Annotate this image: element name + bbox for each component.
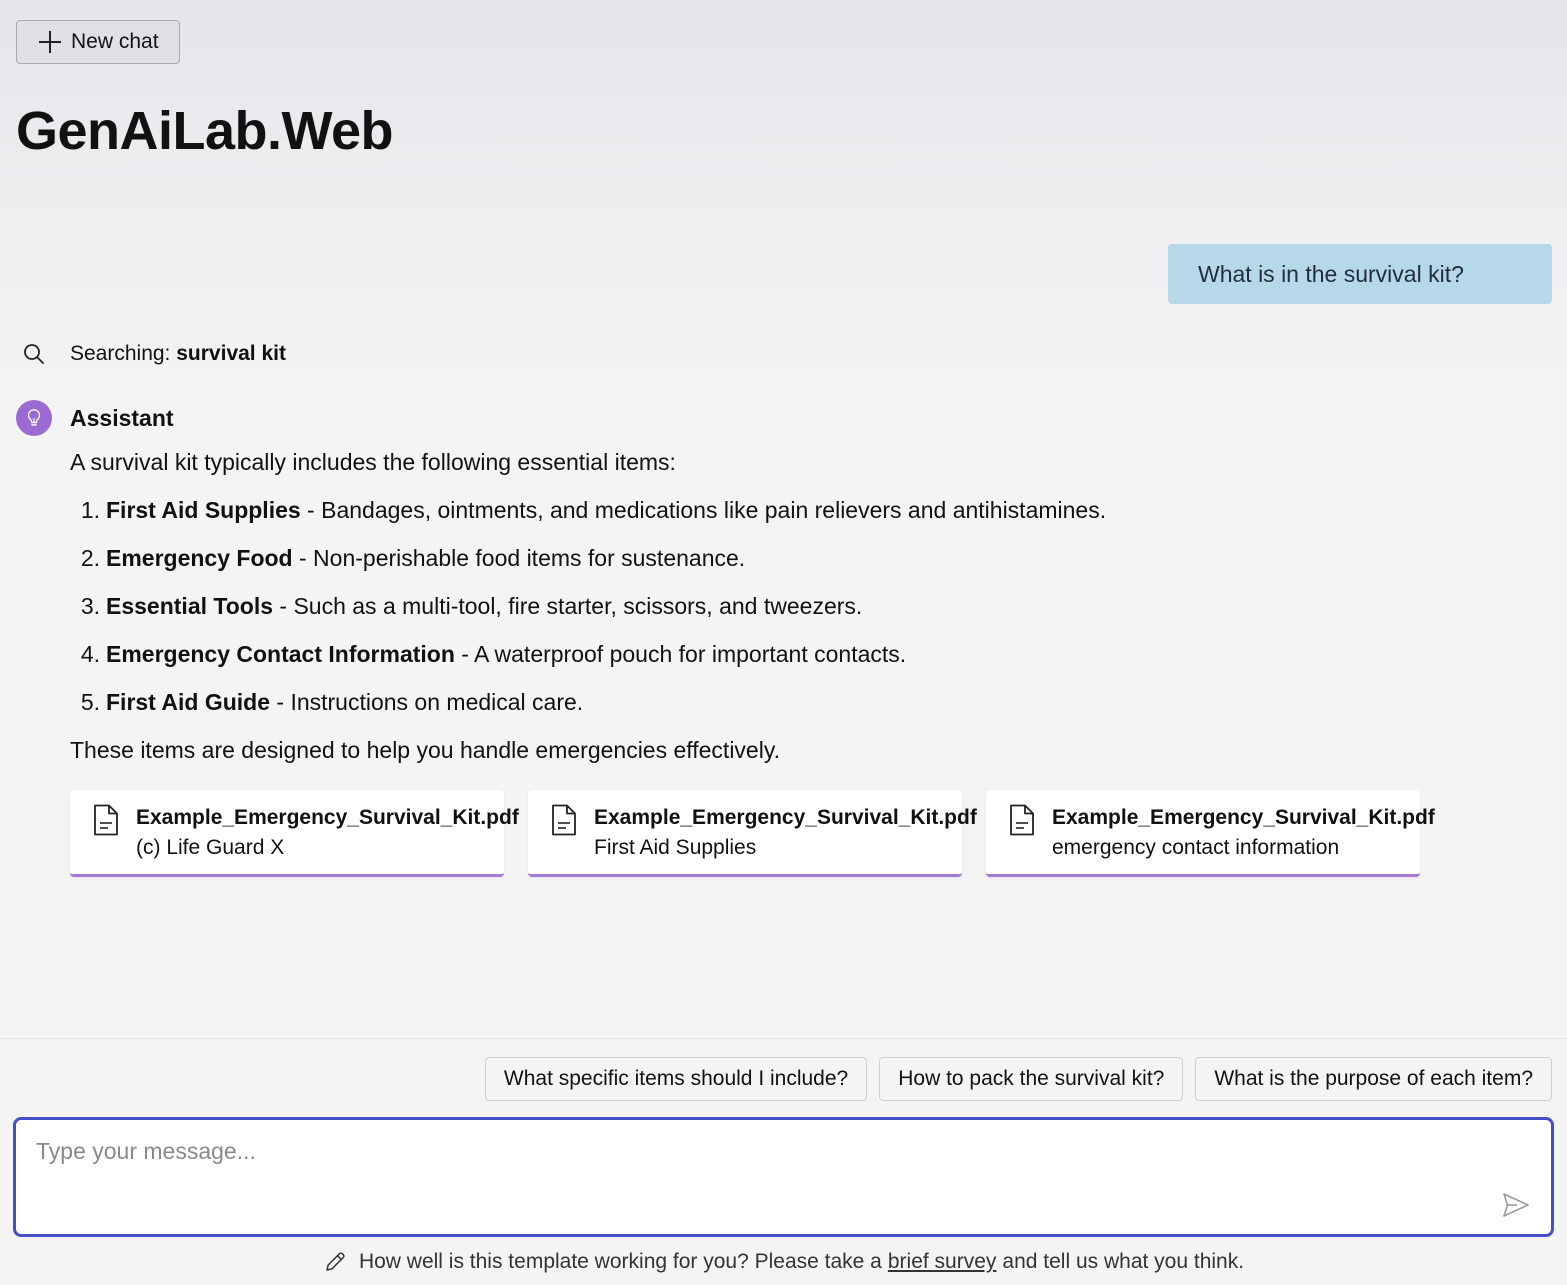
list-item-desc: - Non-perishable food items for sustenan… [292, 545, 746, 571]
list-item: 3. Essential Tools - Such as a multi-tool… [70, 591, 1470, 621]
assistant-outro: These items are designed to help you han… [70, 737, 781, 763]
list-number: 1. [80, 497, 100, 523]
list-number: 5. [80, 689, 100, 715]
list-item-title: First Aid Supplies [106, 497, 301, 523]
search-prefix: Searching: [70, 342, 171, 365]
list-item-title: Essential Tools [106, 593, 274, 619]
user-message: What is in the survival kit? [1168, 244, 1552, 304]
search-status-text: Searching: survival kit [70, 342, 286, 366]
list-item-title: Emergency Contact Information [106, 641, 455, 667]
list-item-title: First Aid Guide [106, 689, 270, 715]
list-item-desc: - Such as a multi-tool, fire starter, sc… [273, 593, 863, 619]
citation-card[interactable]: Example_Emergency_Survival_Kit.pdf First… [528, 790, 977, 877]
suggestion-button[interactable]: What is the purpose of each item? [1195, 1057, 1552, 1101]
divider [0, 1038, 1567, 1039]
search-status: Searching: survival kit [22, 340, 286, 368]
suggestion-list: What specific items should I include? Ho… [484, 1057, 1552, 1101]
list-item: 2. Emergency Food - Non-perishable food i… [70, 543, 1470, 573]
citation-list: Example_Emergency_Survival_Kit.pdf (c) L… [70, 790, 1435, 877]
list-item-desc: - A waterproof pouch for important conta… [454, 641, 907, 667]
assistant-name: Assistant [70, 405, 174, 431]
search-icon [24, 344, 44, 364]
list-number: 2. [80, 545, 100, 571]
file-icon [1010, 804, 1034, 836]
suggestion-button[interactable]: What specific items should I include? [484, 1057, 868, 1101]
list-item-title: Emergency Food [106, 545, 293, 571]
citation-card[interactable]: Example_Emergency_Survival_Kit.pdf (c) L… [70, 790, 519, 877]
message-composer [13, 1117, 1554, 1237]
list-item: 5. First Aid Guide - Instructions on medi… [70, 687, 1470, 717]
list-item: 1. First Aid Supplies - Bandages, ointmen… [70, 495, 1470, 525]
new-chat-label: New chat [71, 30, 159, 53]
file-icon [94, 804, 118, 836]
list-item: 4. Emergency Contact Information - A wate… [70, 639, 1470, 669]
citation-description: (c) Life Guard X [136, 836, 285, 859]
search-query: survival kit [176, 342, 286, 365]
citation-file-name: Example_Emergency_Survival_Kit.pdf [1052, 806, 1435, 829]
citation-card[interactable]: Example_Emergency_Survival_Kit.pdf emerg… [986, 790, 1435, 877]
chat-page: New chat GenAiLab.Web What is in the sur… [0, 0, 1567, 1285]
user-message-text: What is in the survival kit? [1198, 260, 1464, 287]
footer-text-after: and tell us what you think. [1002, 1250, 1245, 1273]
citation-description: emergency contact information [1052, 836, 1340, 859]
lightbulb-icon [27, 409, 41, 426]
pencil-icon [326, 1252, 345, 1271]
list-item-desc: - Instructions on medical care. [270, 689, 584, 715]
suggestion-button[interactable]: How to pack the survival kit? [879, 1057, 1184, 1101]
survey-link[interactable]: brief survey [888, 1250, 997, 1274]
plus-icon [39, 31, 61, 53]
file-icon [552, 804, 576, 836]
citation-file-name: Example_Emergency_Survival_Kit.pdf [594, 806, 977, 829]
assistant-message: A survival kit typically includes the fo… [70, 447, 1470, 765]
citation-file-name: Example_Emergency_Survival_Kit.pdf [136, 806, 519, 829]
citation-description: First Aid Supplies [594, 836, 757, 859]
assistant-intro: A survival kit typically includes the fo… [70, 449, 676, 475]
page-title: GenAiLab.Web [16, 101, 394, 161]
assistant-avatar [16, 400, 52, 436]
footer-text-before: How well is this template working for yo… [358, 1250, 882, 1273]
send-icon[interactable] [1501, 1190, 1531, 1220]
list-item-desc: - Bandages, ointments, and medications l… [300, 497, 1107, 523]
list-number: 4. [80, 641, 100, 667]
new-chat-button[interactable]: New chat [16, 20, 180, 64]
survey-footer: How well is this template working for yo… [0, 1250, 1567, 1274]
message-input[interactable] [36, 1138, 1476, 1198]
item-list: 1. First Aid Supplies - Bandages, ointmen… [70, 495, 1470, 717]
list-number: 3. [80, 593, 100, 619]
